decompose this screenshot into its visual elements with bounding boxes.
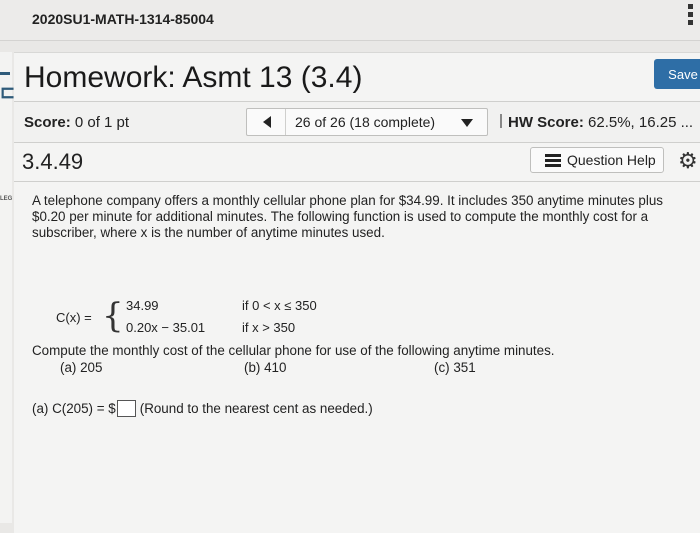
save-button[interactable]: Save <box>654 59 700 89</box>
gear-icon[interactable]: ⚙ <box>678 148 698 174</box>
piece-2-value: 0.20x − 35.01 <box>126 320 206 335</box>
question-navigator[interactable]: 26 of 26 (18 complete) <box>246 108 488 136</box>
sidebar-glyph-icon: ⊏ <box>0 82 16 102</box>
piece-1-value: 34.99 <box>126 298 159 313</box>
course-title: 2020SU1-MATH-1314-85004 <box>32 11 214 27</box>
hw-score-label: HW Score: <box>508 114 584 131</box>
part-b: (b) 410 <box>244 360 287 375</box>
brace-symbol: { <box>102 296 124 336</box>
hw-score: HW Score: 62.5%, 16.25 ... <box>500 114 693 131</box>
nav-divider <box>285 109 286 135</box>
hw-score-value: 62.5%, 16.25 ... <box>588 114 694 131</box>
answer-input[interactable] <box>116 400 136 417</box>
compute-prompt: Compute the monthly cost of the cellular… <box>32 343 555 358</box>
question-help-button[interactable]: Question Help <box>530 147 664 173</box>
homework-panel: Homework: Asmt 13 (3.4) Save Score: 0 of… <box>14 52 700 533</box>
answer-hint: (Round to the nearest cent as needed.) <box>139 401 373 416</box>
problem-text: A telephone company offers a monthly cel… <box>32 193 663 240</box>
function-name: C(x) = <box>56 310 92 325</box>
sidebar-marker <box>0 72 10 75</box>
left-sidebar-edge: ⊏ LEG <box>0 52 16 523</box>
piece-2-condition: if x > 350 <box>242 320 296 335</box>
previous-question-icon[interactable] <box>263 116 271 128</box>
question-number: 3.4.49 <box>22 149 84 174</box>
page-title: Homework: Asmt 13 (3.4) <box>24 61 363 94</box>
part-a: (a) 205 <box>60 360 103 375</box>
piece-1-condition: if 0 < x ≤ 350 <box>242 298 317 313</box>
piecewise-function: C(x) = { 34.99 if 0 < x ≤ 350 0.20x − 35… <box>56 298 416 338</box>
chevron-down-icon[interactable] <box>461 119 473 127</box>
hw-score-marker <box>500 114 506 128</box>
list-icon <box>545 154 561 167</box>
answer-line: (a) C(205) = $ (Round to the nearest cent… <box>32 400 373 417</box>
course-header: 2020SU1-MATH-1314-85004 <box>0 0 700 41</box>
score-label: Score: <box>24 114 71 131</box>
more-options-icon[interactable] <box>688 4 694 28</box>
divider <box>14 181 700 182</box>
score: Score: 0 of 1 pt <box>24 114 129 131</box>
answer-prefix: (a) C(205) = $ <box>32 401 116 416</box>
problem-statement: A telephone company offers a monthly cel… <box>32 193 682 241</box>
parts-list: (a) 205 (b) 410 (c) 351 <box>60 360 500 378</box>
sidebar-label: LEG <box>0 196 13 202</box>
question-help-label: Question Help <box>567 152 656 168</box>
part-c: (c) 351 <box>434 360 476 375</box>
score-bar: Score: 0 of 1 pt 26 of 26 (18 complete) … <box>14 101 700 143</box>
score-value: 0 of 1 pt <box>74 114 130 131</box>
question-progress[interactable]: 26 of 26 (18 complete) <box>295 114 435 130</box>
